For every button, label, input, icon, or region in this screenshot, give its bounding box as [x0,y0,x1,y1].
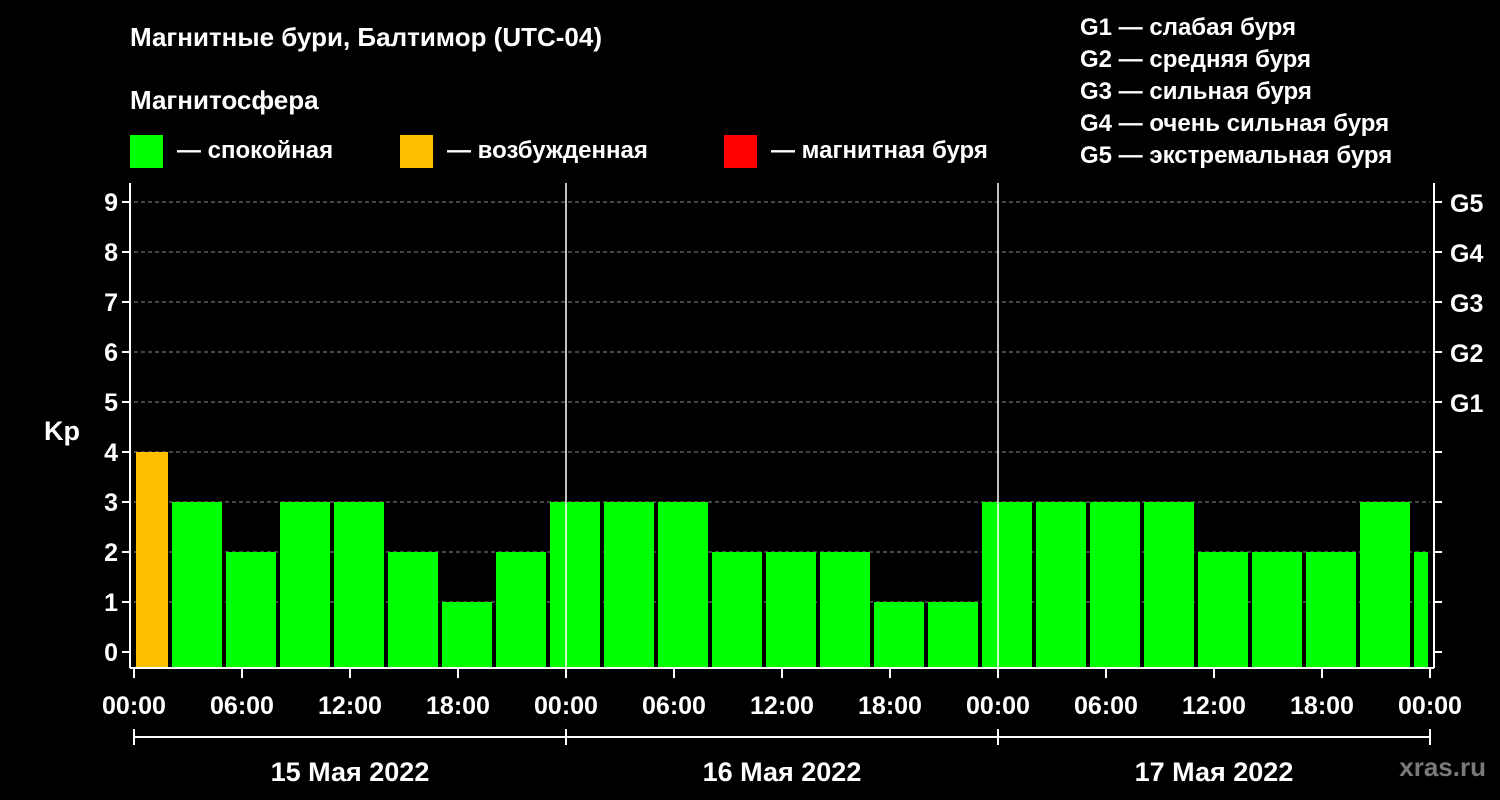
y-tick-label-3: 3 [104,489,118,517]
bar-3 [280,502,330,668]
bar-18 [1090,502,1140,668]
y-tick-label-7: 7 [104,289,118,317]
bar-9 [604,502,654,668]
bar-0 [136,452,168,668]
x-tick-label-0: 00:00 [102,692,166,720]
day-label-1: 16 Мая 2022 [703,757,862,787]
bar-14 [874,602,924,668]
y-tick-label-1: 1 [104,589,118,617]
y-tick-label-0: 0 [104,639,118,667]
bar-22 [1306,552,1356,668]
bar-15 [928,602,978,668]
bar-23 [1360,502,1410,668]
bar-16 [982,502,1032,668]
x-tick-label-8: 00:00 [966,692,1030,720]
x-tick-label-12: 00:00 [1398,692,1462,720]
x-tick-label-2: 12:00 [318,692,382,720]
bar-4 [334,502,384,668]
bar-24 [1414,552,1428,668]
x-tick-label-5: 06:00 [642,692,706,720]
bar-7 [496,552,546,668]
bar-11 [712,552,762,668]
right-tick-label-g3: G3 [1450,290,1483,318]
x-tick-label-11: 18:00 [1290,692,1354,720]
right-tick-label-g4: G4 [1450,240,1483,268]
y-tick-label-5: 5 [104,389,118,417]
day-label-2: 17 Мая 2022 [1135,757,1294,787]
right-tick-label-g1: G1 [1450,390,1483,418]
right-tick-label-g5: G5 [1450,190,1483,218]
bar-8 [550,502,600,668]
x-tick-label-10: 12:00 [1182,692,1246,720]
bar-6 [442,602,492,668]
x-tick-label-3: 18:00 [426,692,490,720]
bar-12 [766,552,816,668]
y-tick-label-8: 8 [104,239,118,267]
x-tick-label-9: 06:00 [1074,692,1138,720]
y-tick-label-9: 9 [104,189,118,217]
x-tick-label-4: 00:00 [534,692,598,720]
kp-bar-chart: 0 1 2 3 4 5 6 7 8 9 G1 G2 G3 G4 G5 Kp 00:00 06:00 12:00 18:… [44,183,1483,787]
bar-5 [388,552,438,668]
y-tick-label-6: 6 [104,339,118,367]
right-tick-label-g2: G2 [1450,340,1483,368]
y-tick-label-4: 4 [104,439,118,467]
bar-21 [1252,552,1302,668]
x-tick-label-7: 18:00 [858,692,922,720]
bar-17 [1036,502,1086,668]
bar-10 [658,502,708,668]
bar-13 [820,552,870,668]
bar-19 [1144,502,1194,668]
watermark: xras.ru [1399,752,1486,782]
x-tick-label-1: 06:00 [210,692,274,720]
bar-2 [226,552,276,668]
y-axis-label: Kp [44,416,80,446]
x-tick-label-6: 12:00 [750,692,814,720]
bar-1 [172,502,222,668]
day-label-0: 15 Мая 2022 [271,757,430,787]
y-tick-label-2: 2 [104,539,118,567]
bar-20 [1198,552,1248,668]
